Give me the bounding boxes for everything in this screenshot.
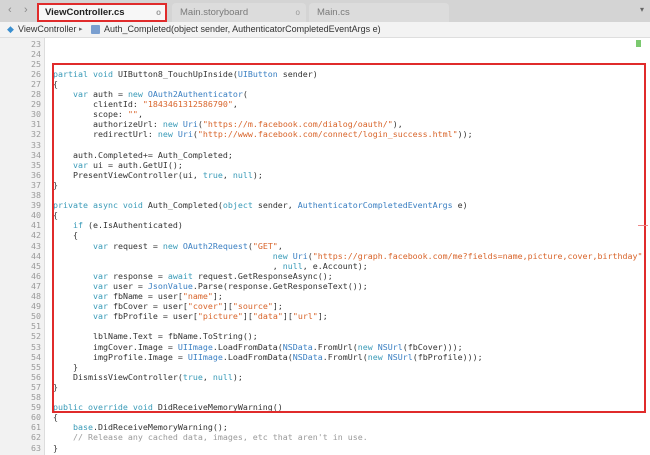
line-number: 61	[31, 422, 41, 433]
line-number: 57	[31, 381, 41, 392]
line-number: 63	[31, 442, 41, 453]
code-token: {	[53, 412, 58, 423]
tab-menu-button[interactable]: ▾	[640, 5, 644, 14]
forward-button[interactable]: ›	[24, 4, 28, 16]
line-number: 60	[31, 412, 41, 423]
line-number: 39	[31, 200, 41, 211]
line-number: 58	[31, 392, 41, 402]
close-icon[interactable]: o	[296, 3, 300, 22]
breadcrumb-class[interactable]: ViewController	[18, 22, 76, 37]
tab-label: Main.storyboard	[180, 7, 249, 18]
tab-label: Main.cs	[317, 7, 350, 18]
breadcrumb: ◆ ViewController ▸ Auth_Completed(object…	[0, 22, 650, 38]
tab-highlight-box	[37, 3, 167, 22]
line-number: 44	[31, 250, 41, 261]
line-number: 30	[31, 109, 41, 120]
tab-bar: ‹ › ViewController.cs o Main.storyboard o …	[0, 0, 650, 23]
code-line: base.DidReceiveMemoryWarning();	[53, 422, 228, 432]
class-icon: ◆	[7, 24, 14, 34]
line-number: 32	[31, 129, 41, 140]
status-marker	[636, 40, 641, 47]
line-number: 38	[31, 190, 41, 200]
tab-main-cs[interactable]: Main.cs	[309, 3, 449, 22]
line-number: 41	[31, 220, 41, 231]
method-icon	[91, 25, 100, 34]
breadcrumb-method[interactable]: Auth_Completed(object sender, Authentica…	[104, 22, 381, 37]
line-number: 28	[31, 89, 41, 99]
line-number: 56	[31, 371, 41, 382]
line-number: 45	[31, 260, 41, 271]
line-number: 49	[31, 301, 41, 312]
back-button[interactable]: ‹	[8, 4, 12, 16]
line-number: 34	[31, 149, 41, 160]
line-number: 35	[31, 159, 41, 170]
line-number: 54	[31, 351, 41, 362]
line-number: 55	[31, 361, 41, 372]
line-number: 26	[31, 68, 41, 79]
line-number: 59	[31, 402, 41, 413]
line-number: 62	[31, 432, 41, 443]
line-number: 46	[31, 270, 41, 281]
line-number: 37	[31, 179, 41, 190]
line-number: 43	[31, 240, 41, 251]
code-token: .DidReceiveMemoryWarning();	[92, 422, 228, 433]
code-highlight-box	[52, 63, 646, 413]
line-number: 31	[31, 119, 41, 130]
code-line: // Release any cached data, images, etc …	[53, 432, 368, 442]
line-number: 23	[31, 38, 41, 49]
chevron-right-icon: ▸	[79, 26, 83, 33]
line-number: 24	[31, 48, 41, 59]
line-number: 40	[31, 210, 41, 221]
code-token: base	[53, 422, 93, 433]
line-number: 25	[31, 58, 41, 69]
line-number: 52	[31, 331, 41, 342]
line-number: 50	[31, 311, 41, 322]
code-line: }	[53, 443, 58, 453]
error-marker	[638, 225, 648, 226]
tab-main-storyboard[interactable]: Main.storyboard o	[172, 3, 306, 22]
line-number: 33	[31, 139, 41, 150]
line-number: 47	[31, 280, 41, 291]
code-token: // Release any cached data, images, etc …	[53, 432, 368, 443]
line-number: 51	[31, 321, 41, 332]
code-token: }	[53, 442, 58, 453]
line-number: 29	[31, 99, 41, 110]
line-number: 53	[31, 341, 41, 352]
line-number: 36	[31, 169, 41, 180]
line-number: 48	[31, 291, 41, 301]
line-number: 42	[31, 230, 41, 241]
line-number: 27	[31, 78, 41, 89]
code-line: {	[53, 412, 58, 422]
